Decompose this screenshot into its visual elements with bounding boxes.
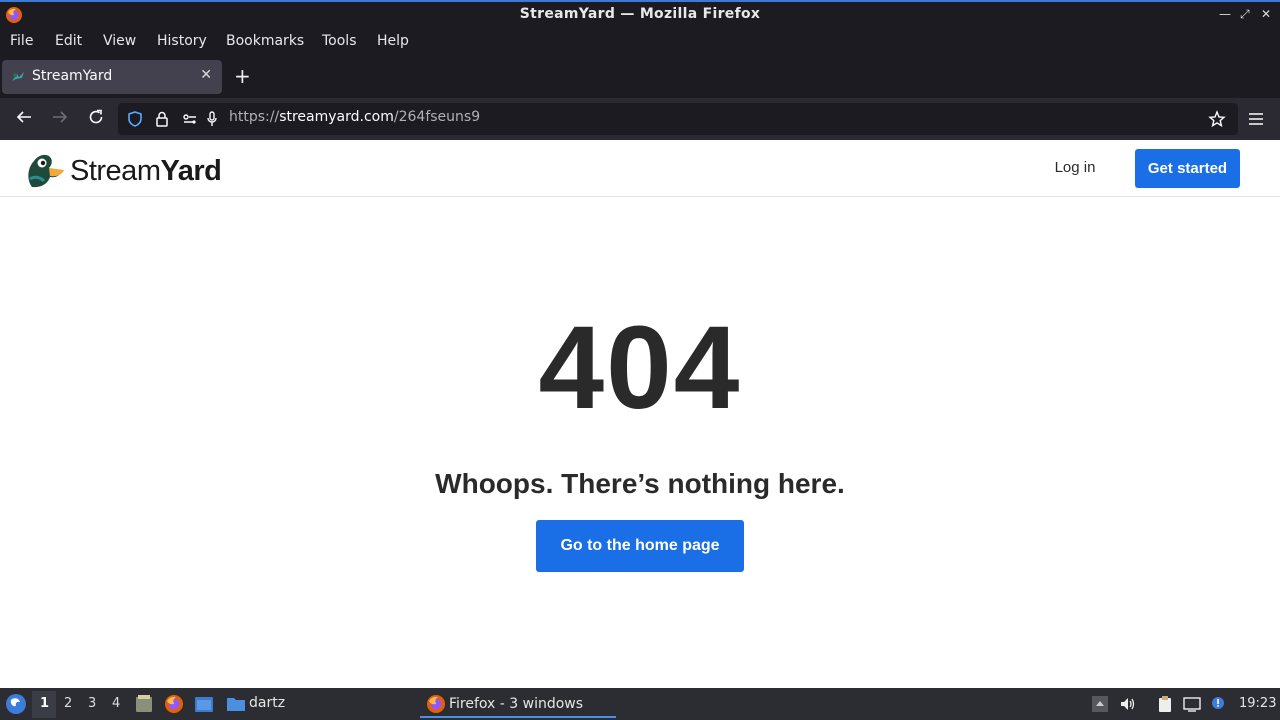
menu-view[interactable]: View — [103, 33, 136, 49]
terminal-icon[interactable] — [194, 694, 214, 714]
notification-icon[interactable] — [1209, 695, 1227, 713]
lock-icon[interactable] — [153, 110, 171, 128]
tab-close-icon[interactable]: ✕ — [200, 67, 212, 83]
new-tab-button[interactable]: + — [234, 64, 251, 88]
volume-icon[interactable] — [1119, 695, 1137, 713]
bookmark-star-icon[interactable] — [1208, 110, 1226, 128]
back-button[interactable] — [13, 108, 35, 130]
arrow-left-icon — [16, 111, 31, 123]
login-link[interactable]: Log in — [1040, 159, 1110, 176]
folder-label[interactable]: dartz — [249, 695, 285, 711]
network-icon[interactable] — [1183, 695, 1201, 713]
arrow-right-icon — [53, 111, 68, 123]
site-header: StreamYard Log in Get started — [0, 140, 1280, 197]
duck-logo-icon — [28, 154, 64, 188]
workspace-4[interactable]: 4 — [112, 696, 120, 711]
hamburger-menu-icon[interactable] — [1246, 110, 1266, 128]
reload-button[interactable] — [85, 108, 107, 130]
navigation-bar: https://streamyard.com/264fseuns9 — [0, 98, 1280, 140]
menu-bookmarks[interactable]: Bookmarks — [226, 33, 304, 49]
file-manager-icon[interactable] — [134, 694, 154, 714]
workspace-1[interactable]: 1 — [40, 696, 49, 711]
folder-icon[interactable] — [226, 694, 246, 714]
task-label: Firefox - 3 windows — [449, 696, 584, 712]
url-text[interactable]: https://streamyard.com/264fseuns9 — [229, 109, 480, 125]
forward-button[interactable] — [49, 108, 71, 130]
menu-tools[interactable]: Tools — [322, 33, 357, 49]
firefox-launcher-icon[interactable] — [164, 694, 184, 714]
permissions-icon[interactable] — [181, 110, 199, 128]
microphone-icon[interactable] — [203, 110, 221, 128]
error-message: Whoops. There’s nothing here. — [435, 468, 845, 499]
start-menu-icon[interactable] — [5, 692, 27, 716]
window-title: StreamYard — Mozilla Firefox — [519, 6, 761, 22]
get-started-button[interactable]: Get started — [1135, 149, 1240, 188]
logo-wordmark: StreamYard — [70, 155, 222, 187]
reload-icon — [89, 109, 103, 124]
streamyard-favicon-icon — [12, 72, 24, 81]
url-bar[interactable]: https://streamyard.com/264fseuns9 — [118, 103, 1238, 135]
workspace-2[interactable]: 2 — [64, 696, 72, 711]
error-code: 404 — [538, 302, 742, 434]
taskbar: 1 2 3 4 dartz Firefox - 3 windows 19:23 — [0, 688, 1280, 720]
tab-label: StreamYard — [32, 68, 113, 84]
menu-file[interactable]: File — [10, 33, 33, 49]
tab-streamyard[interactable]: StreamYard ✕ — [2, 60, 222, 94]
workspace-3[interactable]: 3 — [88, 696, 96, 711]
clipboard-icon[interactable] — [1156, 695, 1174, 713]
minimize-button[interactable]: — — [1219, 7, 1231, 21]
tab-strip: StreamYard ✕ + — [0, 56, 1280, 98]
menu-edit[interactable]: Edit — [55, 33, 82, 49]
page-content: StreamYard Log in Get started 404 Whoops… — [0, 140, 1280, 688]
maximize-button[interactable]: ⤢ — [1240, 7, 1250, 22]
close-window-button[interactable]: ✕ — [1261, 7, 1271, 21]
menu-bar: File Edit View History Bookmarks Tools H… — [0, 28, 1280, 56]
tray-up-arrow-icon[interactable] — [1091, 695, 1109, 713]
firefox-task-icon — [427, 695, 445, 713]
go-home-button[interactable]: Go to the home page — [536, 520, 744, 572]
menu-help[interactable]: Help — [377, 33, 409, 49]
tracking-shield-icon[interactable] — [126, 110, 144, 128]
clock: 19:23 — [1239, 696, 1277, 711]
firefox-task-button[interactable]: Firefox - 3 windows — [420, 690, 616, 718]
menu-history[interactable]: History — [157, 33, 207, 49]
window-titlebar: StreamYard — Mozilla Firefox — ⤢ ✕ — [0, 0, 1280, 28]
